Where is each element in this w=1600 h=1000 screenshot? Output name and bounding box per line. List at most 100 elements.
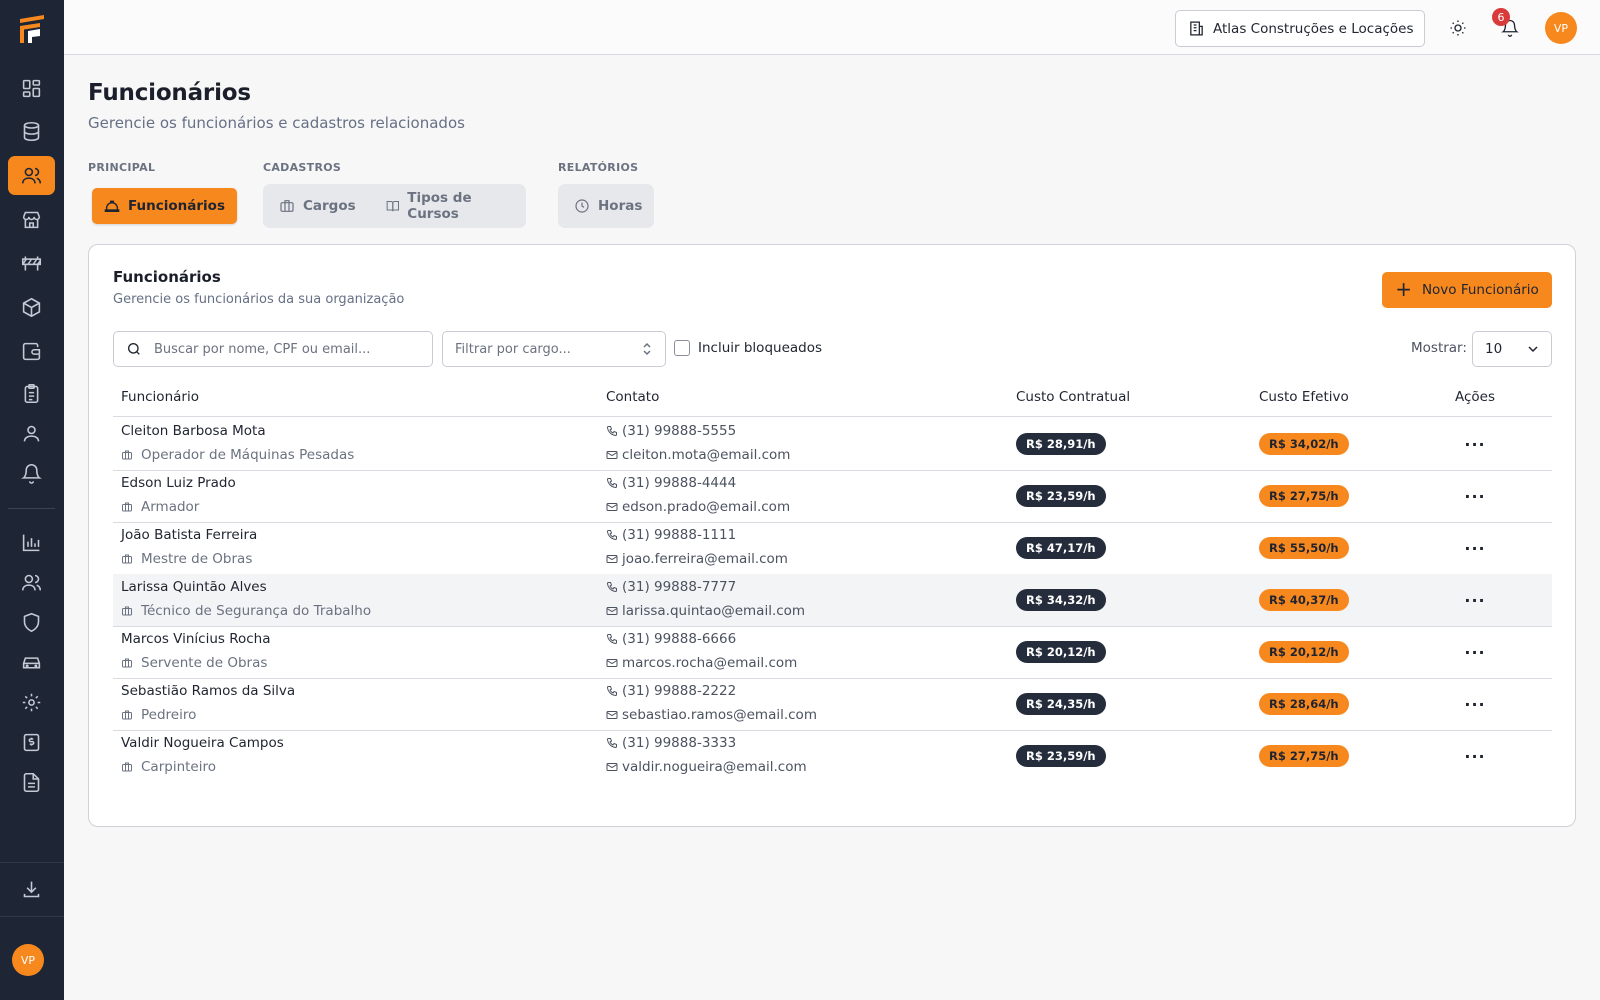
group-label-cadastros: CADASTROS <box>263 161 342 174</box>
sidebar-item-download[interactable] <box>8 870 55 909</box>
filter-placeholder: Filtrar por cargo... <box>455 341 571 357</box>
employee-name[interactable]: João Batista Ferreira <box>121 527 257 543</box>
sidebar-separator <box>0 862 64 863</box>
employee-email[interactable]: marcos.rocha@email.com <box>606 655 797 671</box>
employee-phone[interactable]: (31) 99888-1111 <box>606 527 736 543</box>
table-row[interactable]: Sebastião Ramos da Silva Pedreiro (31) 998… <box>113 678 1552 731</box>
row-actions-menu-icon[interactable]: ··· <box>1463 692 1487 716</box>
table-row[interactable]: Valdir Nogueira Campos Carpinteiro (31) 99… <box>113 730 1552 783</box>
sidebar-item-employees[interactable] <box>8 156 55 195</box>
employee-name[interactable]: Larissa Quintão Alves <box>121 579 267 595</box>
employee-phone[interactable]: (31) 99888-6666 <box>606 631 736 647</box>
sidebar-item-barrier[interactable] <box>8 244 55 283</box>
employee-role: Armador <box>121 499 199 515</box>
employee-phone-text: (31) 99888-3333 <box>622 735 737 751</box>
employee-email[interactable]: cleiton.mota@email.com <box>606 447 790 463</box>
sidebar-item-vehicles[interactable] <box>8 643 55 682</box>
tab-hours[interactable]: Horas <box>562 188 654 224</box>
tab-group-relatorios: Horas <box>558 184 654 228</box>
tab-course-types[interactable]: Tipos de Cursos <box>374 188 522 224</box>
include-blocked-toggle[interactable]: Incluir bloqueados <box>674 340 822 356</box>
employee-name[interactable]: Valdir Nogueira Campos <box>121 735 284 751</box>
sidebar-item-settings[interactable] <box>8 683 55 722</box>
employee-name[interactable]: Edson Luiz Prado <box>121 475 236 491</box>
row-actions-menu-icon[interactable]: ··· <box>1463 432 1487 456</box>
table-row[interactable]: Cleiton Barbosa Mota Operador de Máquinas… <box>113 418 1552 471</box>
sidebar-item-database[interactable] <box>8 112 55 151</box>
employee-phone[interactable]: (31) 99888-2222 <box>606 683 736 699</box>
sidebar-item-profile[interactable] <box>8 414 55 453</box>
employee-email[interactable]: edson.prado@email.com <box>606 499 790 515</box>
employee-email-text: joao.ferreira@email.com <box>622 551 788 567</box>
table-row[interactable]: Marcos Vinícius Rocha Servente de Obras (3… <box>113 626 1552 679</box>
effective-cost-badge: R$ 55,50/h <box>1259 537 1349 559</box>
new-employee-button[interactable]: + Novo Funcionário <box>1382 272 1552 308</box>
sidebar-item-dashboard[interactable] <box>8 69 55 108</box>
contract-cost-badge: R$ 34,32/h <box>1016 589 1106 611</box>
theme-toggle-button[interactable] <box>1447 17 1469 39</box>
tab-employees[interactable]: Funcionários <box>92 188 237 224</box>
row-actions-menu-icon[interactable]: ··· <box>1463 484 1487 508</box>
column-header-actions: Ações <box>1455 389 1496 405</box>
sidebar-item-finance[interactable] <box>8 723 55 762</box>
employee-role: Mestre de Obras <box>121 551 252 567</box>
employee-phone[interactable]: (31) 99888-7777 <box>606 579 736 595</box>
effective-cost-badge: R$ 27,75/h <box>1259 485 1349 507</box>
sidebar-item-store[interactable] <box>8 200 55 239</box>
document-icon <box>23 772 40 793</box>
table-row[interactable]: Edson Luiz Prado Armador (31) 99888-4444 ed… <box>113 470 1552 523</box>
logo-icon[interactable] <box>14 11 50 47</box>
row-actions-menu-icon[interactable]: ··· <box>1463 588 1487 612</box>
position-filter-select[interactable]: Filtrar por cargo... <box>442 331 666 367</box>
sun-icon <box>1450 20 1466 36</box>
download-icon <box>23 881 40 898</box>
contract-cost-badge: R$ 47,17/h <box>1016 537 1106 559</box>
employee-email[interactable]: larissa.quintao@email.com <box>606 603 805 619</box>
page-size-select[interactable]: 10 <box>1472 331 1552 367</box>
organization-selector[interactable]: Atlas Construções e Locações <box>1175 10 1425 47</box>
sidebar-item-wallet[interactable] <box>8 332 55 371</box>
employee-email[interactable]: valdir.nogueira@email.com <box>606 759 807 775</box>
employee-email[interactable]: joao.ferreira@email.com <box>606 551 788 567</box>
row-actions-menu-icon[interactable]: ··· <box>1463 536 1487 560</box>
phone-icon <box>606 426 617 437</box>
sidebar-separator <box>0 916 64 917</box>
contract-cost-badge: R$ 23,59/h <box>1016 745 1106 767</box>
tab-positions[interactable]: Cargos <box>267 188 368 224</box>
search-input[interactable]: Buscar por nome, CPF ou email... <box>113 331 433 367</box>
employee-name[interactable]: Marcos Vinícius Rocha <box>121 631 271 647</box>
employee-phone[interactable]: (31) 99888-4444 <box>606 475 736 491</box>
include-blocked-checkbox[interactable] <box>674 340 690 356</box>
employee-email-text: marcos.rocha@email.com <box>622 655 798 671</box>
sidebar-avatar[interactable]: VP <box>12 944 44 976</box>
employee-name[interactable]: Sebastião Ramos da Silva <box>121 683 295 699</box>
briefcase-icon <box>280 200 294 212</box>
sidebar-item-products[interactable] <box>8 288 55 327</box>
employee-phone[interactable]: (31) 99888-5555 <box>606 423 736 439</box>
sidebar-item-tasks[interactable] <box>8 374 55 413</box>
table-row[interactable]: João Batista Ferreira Mestre de Obras (31)… <box>113 522 1552 575</box>
sidebar-item-documents[interactable] <box>8 763 55 802</box>
employee-phone[interactable]: (31) 99888-3333 <box>606 735 736 751</box>
user-avatar[interactable]: VP <box>1545 12 1577 44</box>
row-actions-menu-icon[interactable]: ··· <box>1463 640 1487 664</box>
card-title: Funcionários <box>113 268 221 286</box>
column-header-contract-cost: Custo Contratual <box>1016 389 1131 405</box>
sidebar-item-reports[interactable] <box>8 523 55 562</box>
employee-email-text: valdir.nogueira@email.com <box>622 759 807 775</box>
employee-name[interactable]: Cleiton Barbosa Mota <box>121 423 266 439</box>
mail-icon <box>606 555 618 563</box>
column-header-contact: Contato <box>606 389 660 405</box>
employee-phone-text: (31) 99888-2222 <box>622 683 737 699</box>
row-actions-menu-icon[interactable]: ··· <box>1463 744 1487 768</box>
mail-icon <box>606 711 618 719</box>
contract-cost-badge: R$ 24,35/h <box>1016 693 1106 715</box>
table-row[interactable]: Larissa Quintão Alves Técnico de Seguranç… <box>113 574 1552 627</box>
sidebar-item-team[interactable] <box>8 563 55 602</box>
box-icon <box>22 297 41 318</box>
organization-name: Atlas Construções e Locações <box>1213 20 1414 37</box>
employee-email[interactable]: sebastiao.ramos@email.com <box>606 707 817 723</box>
employee-role: Servente de Obras <box>121 655 267 671</box>
sidebar-item-alerts[interactable] <box>8 454 55 493</box>
sidebar-item-security[interactable] <box>8 603 55 642</box>
